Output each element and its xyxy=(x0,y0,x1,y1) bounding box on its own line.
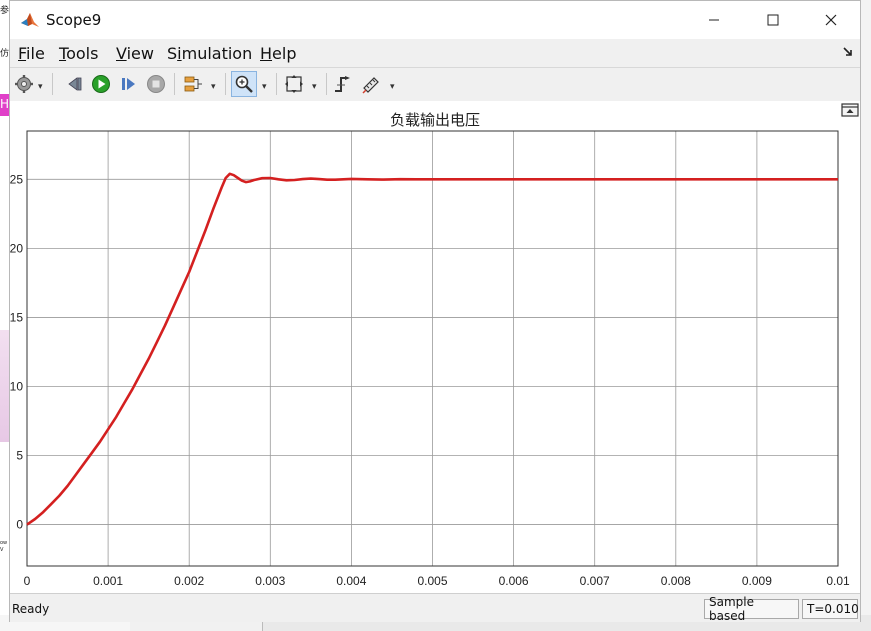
chevron-down-icon[interactable]: ▾ xyxy=(312,82,317,92)
maximize-button[interactable] xyxy=(750,1,796,39)
maximize-icon xyxy=(767,14,779,26)
triggers-icon xyxy=(335,76,350,92)
menu-file[interactable]: File xyxy=(18,44,45,63)
stop-icon xyxy=(147,75,165,93)
background-mark: 仿 xyxy=(0,49,10,59)
run-button[interactable] xyxy=(89,72,113,96)
background-app-strip: 参 仿 H ow V xyxy=(0,0,9,631)
scope-window: Scope9 File Tools View Simulation Help ▾… xyxy=(9,0,861,623)
chevron-down-icon[interactable]: ▾ xyxy=(38,82,43,92)
menu-help[interactable]: Help xyxy=(260,44,296,63)
menu-tools[interactable]: Tools xyxy=(59,44,98,63)
x-tick-label: 0.008 xyxy=(661,574,691,588)
status-bar: Ready Sample based T=0.010 xyxy=(10,593,860,623)
chevron-down-icon[interactable]: ▾ xyxy=(211,82,216,92)
chevron-down-icon[interactable]: ▾ xyxy=(262,82,267,92)
y-tick-label: 15 xyxy=(10,310,23,324)
x-tick-label: 0.002 xyxy=(174,574,204,588)
signal-selector-button[interactable] xyxy=(181,72,205,96)
background-mark: V xyxy=(0,547,4,553)
fit-to-view-icon xyxy=(285,75,303,93)
x-tick-label: 0.009 xyxy=(742,574,772,588)
fit-to-view-button[interactable] xyxy=(282,72,306,96)
background-mark: H xyxy=(0,97,10,111)
x-tick-label: 0.007 xyxy=(580,574,610,588)
step-back-icon xyxy=(68,77,82,91)
gear-icon xyxy=(15,75,33,93)
triggers-button[interactable] xyxy=(331,72,355,96)
close-button[interactable] xyxy=(808,1,854,39)
chevron-down-icon[interactable]: ▾ xyxy=(390,82,395,92)
run-icon xyxy=(92,75,110,93)
y-tick-label: 20 xyxy=(10,241,23,255)
background-block xyxy=(0,330,9,442)
status-text: Ready xyxy=(12,602,50,616)
dock-arrow-icon[interactable] xyxy=(842,46,854,58)
y-tick-label: 25 xyxy=(10,172,23,186)
x-tick-label: 0.001 xyxy=(93,574,123,588)
x-tick-label: 0.006 xyxy=(499,574,529,588)
measurements-button[interactable] xyxy=(359,72,383,96)
stop-button[interactable] xyxy=(144,72,168,96)
y-tick-label: 5 xyxy=(16,449,23,463)
menu-view[interactable]: View xyxy=(116,44,154,63)
close-icon xyxy=(825,14,837,26)
x-tick-label: 0.005 xyxy=(417,574,447,588)
time-indicator: T=0.010 xyxy=(802,599,859,619)
y-tick-label: 0 xyxy=(16,518,23,532)
settings-button[interactable] xyxy=(12,72,36,96)
step-forward-icon xyxy=(122,78,135,90)
y-tick-label: 10 xyxy=(10,379,23,393)
x-tick-label: 0.003 xyxy=(255,574,285,588)
sample-mode-indicator: Sample based xyxy=(704,595,799,623)
zoom-in-icon xyxy=(235,75,253,93)
window-title: Scope9 xyxy=(46,11,102,29)
x-tick-label: 0.01 xyxy=(826,574,850,588)
measurements-icon xyxy=(362,77,379,94)
minimize-button[interactable] xyxy=(691,1,737,39)
step-back-button[interactable] xyxy=(63,72,87,96)
title-bar[interactable]: Scope9 xyxy=(10,1,860,39)
zoom-in-button[interactable] xyxy=(231,71,257,97)
background-mark: 参 xyxy=(0,6,10,16)
menu-simulation[interactable]: Simulation xyxy=(167,44,252,63)
menu-bar: File Tools View Simulation Help xyxy=(10,39,860,67)
toolbar: ▾ ▾ ▾ ▾ ▾ xyxy=(10,67,860,102)
plot-area: 负载输出电压 0 0.001 0.002 0.003 0.004 0.005 0.006 0.… xyxy=(10,101,860,593)
minimize-icon xyxy=(709,19,719,21)
step-forward-button[interactable] xyxy=(117,72,141,96)
matlab-icon xyxy=(21,13,39,27)
x-tick-label: 0 xyxy=(24,574,31,588)
x-tick-label: 0.004 xyxy=(336,574,366,588)
signal-selector-icon xyxy=(184,76,202,92)
scope-plot[interactable]: 0 0.001 0.002 0.003 0.004 0.005 0.006 0.007 0.00… xyxy=(10,101,860,593)
